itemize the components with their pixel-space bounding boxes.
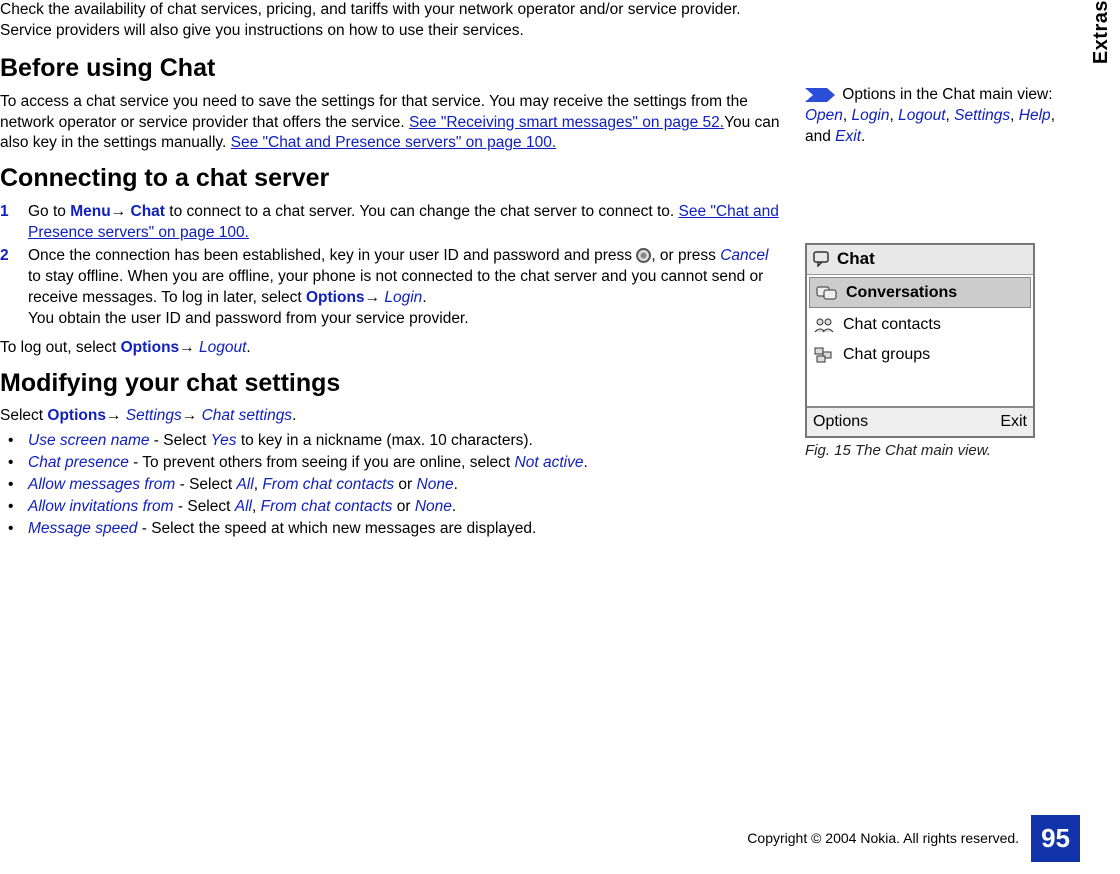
contacts-icon: [813, 316, 835, 334]
chat-label: Chat: [131, 203, 165, 220]
phone-screenshot: Chat Conversations Chat contacts Chat gr…: [805, 243, 1035, 438]
softkey-options[interactable]: Options: [813, 411, 868, 433]
options-callout: Options in the Chat main view: Open, Log…: [805, 85, 1055, 148]
groups-icon: [813, 346, 835, 364]
menu-label: Menu: [70, 203, 110, 220]
side-tab: Extras: [1088, 0, 1115, 64]
screenshot-titlebar: Chat: [807, 245, 1033, 275]
options-label-2: Options: [121, 339, 180, 356]
heading-before-using-chat: Before using Chat: [0, 52, 785, 86]
sec1-paragraph: To access a chat service you need to sav…: [0, 92, 785, 155]
sec3-select: Select Options→ Settings→ Chat settings.: [0, 406, 785, 427]
copyright: Copyright © 2004 Nokia. All rights reser…: [747, 829, 1019, 848]
step-1: 1 Go to Menu→ Chat to connect to a chat …: [0, 202, 785, 244]
navkey-icon: [636, 248, 651, 263]
softkey-exit[interactable]: Exit: [1000, 411, 1027, 433]
heading-connecting: Connecting to a chat server: [0, 162, 785, 196]
step-2: 2 Once the connection has been establish…: [0, 246, 785, 330]
cancel-label: Cancel: [720, 247, 768, 264]
screenshot-row-contacts[interactable]: Chat contacts: [807, 310, 1033, 340]
intro-paragraph: Check the availability of chat services,…: [0, 0, 785, 42]
options-label-1: Options: [306, 289, 365, 306]
bullet-chat-presence: Chat presence - To prevent others from s…: [0, 453, 785, 474]
callout-icon: [805, 88, 835, 102]
login-label: Login: [384, 289, 422, 306]
chat-icon: [813, 251, 831, 267]
conversations-icon: [816, 284, 838, 302]
logout-label: Logout: [199, 339, 246, 356]
screenshot-row-groups[interactable]: Chat groups: [807, 340, 1033, 370]
link-smart-messages[interactable]: See "Receiving smart messages" on page 5…: [409, 114, 724, 131]
heading-modifying: Modifying your chat settings: [0, 367, 785, 401]
page-number: 95: [1031, 815, 1080, 862]
bullet-allow-messages: Allow messages from - Select All, From c…: [0, 475, 785, 496]
bullet-screen-name: Use screen name - Select Yes to key in a…: [0, 431, 785, 452]
logout-paragraph: To log out, select Options→ Logout.: [0, 338, 785, 359]
bullet-message-speed: Message speed - Select the speed at whic…: [0, 519, 785, 540]
bullet-allow-invitations: Allow invitations from - Select All, Fro…: [0, 497, 785, 518]
screenshot-row-conversations[interactable]: Conversations: [809, 277, 1031, 309]
link-chat-presence-1[interactable]: See "Chat and Presence servers" on page …: [231, 134, 557, 151]
figure-caption: Fig. 15 The Chat main view.: [805, 441, 1055, 461]
